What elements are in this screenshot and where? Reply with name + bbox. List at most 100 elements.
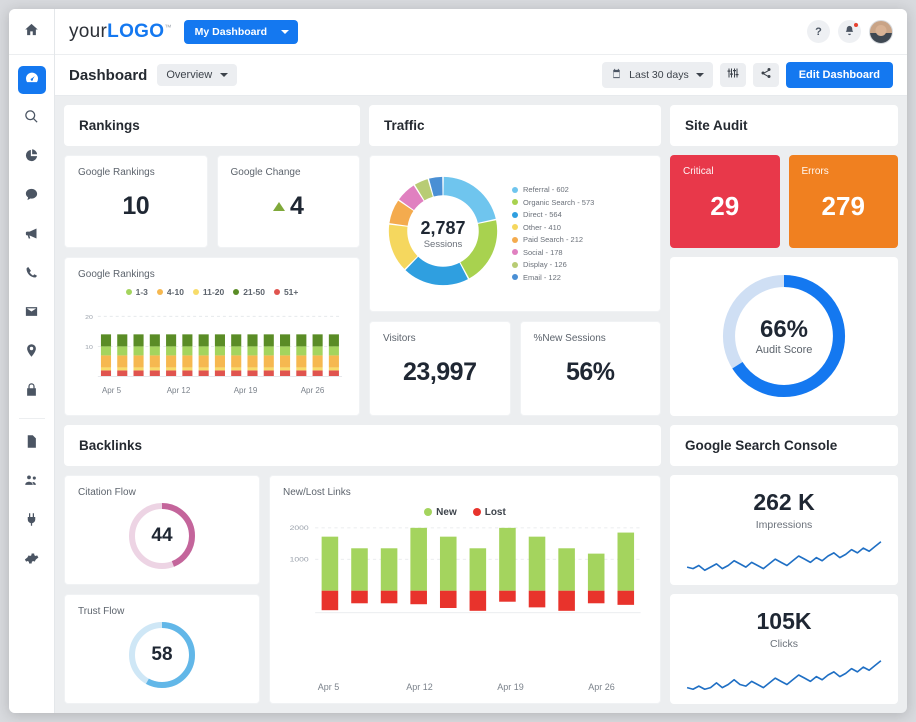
envelope-icon [24, 304, 39, 324]
legend-item: Referral - 602 [512, 185, 652, 194]
chevron-down-icon [695, 73, 704, 77]
dashboard-selector[interactable]: My Dashboard [183, 19, 298, 44]
overview-selector[interactable]: Overview [157, 64, 238, 86]
sidebar-item-integrations[interactable] [18, 508, 46, 536]
google-rankings-card: Google Rankings 10 [64, 155, 208, 248]
legend-label: Paid Search - 212 [523, 235, 584, 245]
legend-item: Email - 122 [512, 273, 652, 282]
sidebar-item-email[interactable] [18, 300, 46, 328]
bar-new [351, 547, 368, 591]
sidebar-item-messages[interactable] [18, 183, 46, 211]
clicks-label: Clicks [770, 637, 798, 650]
x-tick-label: Apr 12 [166, 386, 191, 395]
svg-text:10: 10 [85, 344, 93, 350]
google-rankings-label: Google Rankings [78, 167, 155, 178]
plug-icon [24, 512, 39, 532]
legend-label: Referral - 602 [523, 185, 569, 195]
bar-lost [469, 590, 487, 611]
megaphone-icon [24, 226, 39, 246]
chevron-down-icon [220, 73, 229, 77]
clicks-card: 105K Clicks [670, 593, 898, 704]
new-lost-links-legend: New Lost [283, 507, 647, 518]
logo-text-light: your [69, 20, 108, 42]
sidebar-item-calls[interactable] [18, 261, 46, 289]
sidebar-item-reports[interactable] [18, 430, 46, 458]
x-tick-label: Apr 26 [300, 386, 325, 395]
bar-new [380, 547, 398, 591]
legend-label: 1-3 [135, 287, 148, 297]
impressions-value: 262 K [753, 488, 815, 515]
sidebar-item-search[interactable] [18, 105, 46, 133]
x-tick-label: Apr 26 [588, 682, 615, 692]
citation-flow-label: Citation Flow [78, 486, 136, 498]
traffic-kpi-row: Visitors 23,997 %New Sessions 56% [369, 321, 661, 416]
backlinks-panel-title: Backlinks [64, 424, 661, 466]
x-tick-label: Apr 5 [101, 386, 122, 395]
share-button[interactable] [752, 63, 779, 87]
sidebar-item-local[interactable] [18, 339, 46, 367]
clicks-value: 105K [756, 607, 812, 634]
notifications-button[interactable] [838, 20, 861, 43]
bar-new [587, 553, 605, 591]
x-tick-label: Apr 5 [317, 682, 340, 692]
legend-dot [424, 508, 433, 516]
sidebar-item-security[interactable] [18, 378, 46, 406]
logo[interactable]: yourLOGO™ [69, 21, 172, 43]
traffic-column: Traffic 2,787 Sessions Referral - 602 Org… [369, 105, 661, 416]
traffic-panel-title: Traffic [369, 105, 661, 146]
traffic-donut-chart: 2,787 Sessions [378, 166, 508, 301]
legend-label: Email - 122 [523, 272, 561, 282]
legend-item: New [424, 507, 457, 518]
avatar[interactable] [869, 19, 893, 44]
legend-dot [512, 211, 518, 218]
legend-dot [512, 274, 518, 281]
phone-icon [24, 265, 39, 285]
filter-button[interactable] [719, 63, 746, 87]
bar-new [558, 547, 575, 591]
google-rankings-x-axis: Apr 5 Apr 12 Apr 19 Apr 26 [78, 386, 346, 395]
edit-dashboard-button[interactable]: Edit Dashboard [785, 62, 893, 88]
bar-new [499, 527, 516, 591]
bar-lost [587, 590, 605, 603]
google-rankings-chart-title: Google Rankings [78, 269, 155, 280]
site-audit-tiles: Critical 29 Errors 279 [670, 155, 898, 248]
bar-new [528, 536, 546, 591]
bar-lost [321, 590, 339, 610]
sidebar-item-analytics[interactable] [18, 144, 46, 172]
top-bar: yourLOGO™ My Dashboard ? [55, 9, 907, 55]
notification-badge [854, 23, 858, 27]
legend-label: Display - 126 [523, 260, 567, 270]
sub-bar: Dashboard Overview Last 30 days Edit Das… [55, 55, 907, 96]
new-lost-links-card: New/Lost Links New Lost 1000 2000 Apr 5 Apr… [269, 474, 661, 704]
sidebar-item-settings[interactable] [18, 547, 46, 575]
sidebar-item-campaigns[interactable] [18, 222, 46, 250]
legend-item: 1-3 [125, 287, 148, 297]
edit-dashboard-label: Edit Dashboard [798, 69, 880, 81]
citation-flow-card: Citation Flow 44 [64, 474, 260, 585]
traffic-donut-value: 2,787 [420, 217, 466, 238]
help-button[interactable]: ? [807, 20, 830, 43]
backlinks-gauges: Citation Flow 44 Trust Flow 58 [64, 474, 260, 704]
audit-score-gauge: 66% Audit Score [718, 270, 850, 402]
legend-dot [512, 261, 518, 268]
errors-value: 279 [821, 191, 865, 221]
chat-icon [24, 187, 39, 207]
legend-dot [512, 224, 518, 231]
trend-up-icon [273, 202, 286, 211]
traffic-legend: Referral - 602 Organic Search - 573 Direct… [508, 182, 652, 286]
calendar-icon [611, 68, 622, 82]
legend-label: 21-50 [243, 287, 265, 297]
legend-item: Organic Search - 573 [512, 198, 652, 207]
new-sessions-value: 56% [565, 358, 615, 386]
new-lost-links-x-axis: Apr 5 Apr 12 Apr 19 Apr 26 [283, 682, 647, 692]
google-rankings-chart-card: Google Rankings 1-3 4-10 11-20 21-50 51+ 10 2… [64, 257, 360, 416]
legend-label: 51+ [283, 287, 299, 297]
legend-dot [512, 186, 518, 193]
legend-label: Organic Search - 573 [523, 197, 595, 207]
date-range-picker[interactable]: Last 30 days [602, 62, 713, 88]
sidebar-item-users[interactable] [18, 469, 46, 497]
sidebar-item-dashboard[interactable] [17, 66, 46, 94]
sidebar-item-home[interactable] [9, 9, 54, 55]
bar-new [469, 547, 487, 591]
google-change-label: Google Change [230, 167, 301, 178]
